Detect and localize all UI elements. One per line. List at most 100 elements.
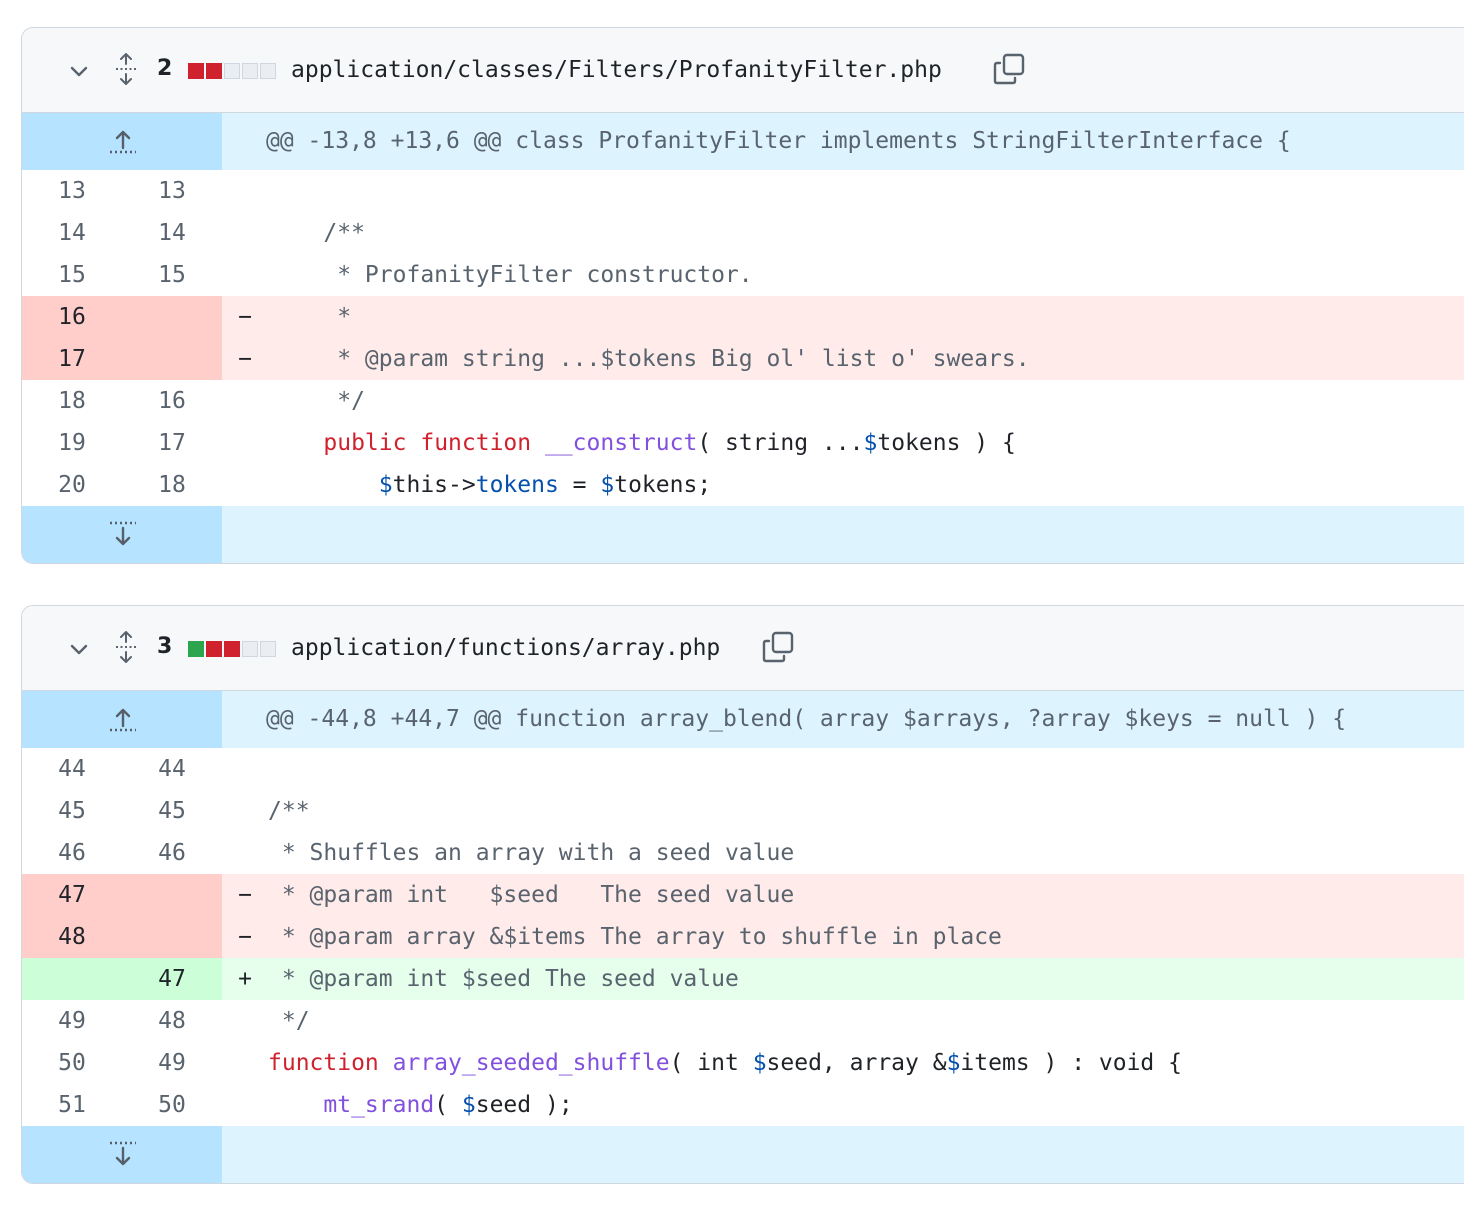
code-token: $ bbox=[461, 1092, 476, 1118]
expand-all-icon[interactable] bbox=[114, 630, 138, 664]
code-text: * Shuffles an array with a seed value bbox=[268, 832, 1464, 874]
new-line-number[interactable] bbox=[122, 916, 222, 958]
context-line: 50 49 function array_seeded_shuffle( int $… bbox=[22, 1042, 1464, 1084]
new-line-number[interactable] bbox=[122, 296, 222, 338]
context-line: 51 50 mt_srand( $seed ); bbox=[22, 1084, 1464, 1126]
diff-file: 3 application/functions/array.php @@ -44… bbox=[21, 605, 1464, 1184]
expand-all-icon[interactable] bbox=[114, 52, 138, 86]
diffstat-block bbox=[224, 641, 240, 657]
code-text: mt_srand( $seed ); bbox=[268, 1084, 1464, 1126]
old-line-number[interactable]: 17 bbox=[22, 338, 122, 380]
old-line-number[interactable]: 16 bbox=[22, 296, 122, 338]
context-line: 49 48 */ bbox=[22, 1000, 1464, 1042]
new-line-number[interactable]: 16 bbox=[122, 380, 222, 422]
diffstat-block bbox=[242, 63, 258, 79]
diffstat bbox=[188, 641, 276, 657]
old-line-number[interactable]: 48 bbox=[22, 916, 122, 958]
code-text: * @param string ...$tokens Big ol' list … bbox=[268, 338, 1464, 380]
old-line-number[interactable]: 18 bbox=[22, 380, 122, 422]
expand-up-icon bbox=[110, 130, 136, 154]
new-line-number[interactable]: 49 bbox=[122, 1042, 222, 1084]
old-line-number[interactable]: 19 bbox=[22, 422, 122, 464]
old-line-number[interactable]: 50 bbox=[22, 1042, 122, 1084]
expand-up-button[interactable] bbox=[22, 691, 222, 748]
new-line-number[interactable]: 46 bbox=[122, 832, 222, 874]
expand-up-button[interactable] bbox=[22, 113, 222, 170]
old-line-number[interactable]: 20 bbox=[22, 464, 122, 506]
code-text: * @param int $seed The seed value bbox=[268, 958, 1464, 1000]
diff-lines: 13131414 /**1515 * ProfanityFilter const… bbox=[22, 170, 1464, 506]
context-line: 20 18 $this->tokens = $tokens; bbox=[22, 464, 1464, 506]
context-line: 4646 * Shuffles an array with a seed val… bbox=[22, 832, 1464, 874]
code-text: function array_seeded_shuffle( int $seed… bbox=[268, 1042, 1464, 1084]
old-line-number[interactable]: 47 bbox=[22, 874, 122, 916]
new-line-number[interactable]: 48 bbox=[122, 1000, 222, 1042]
code-token: seed ); bbox=[475, 1092, 573, 1118]
code-text: * ProfanityFilter constructor. bbox=[268, 254, 1464, 296]
file-header: 3 application/functions/array.php bbox=[22, 606, 1464, 691]
deleted-line: 47 − * @param int $seed The seed value bbox=[22, 874, 1464, 916]
code-text: */ bbox=[268, 380, 1464, 422]
new-line-number[interactable]: 18 bbox=[122, 464, 222, 506]
diff-sign bbox=[222, 790, 268, 832]
new-line-number[interactable] bbox=[122, 874, 222, 916]
new-line-number[interactable]: 17 bbox=[122, 422, 222, 464]
hunk-header: @@ -13,8 +13,6 @@ class ProfanityFilter … bbox=[22, 113, 1464, 170]
chevron-down-icon[interactable] bbox=[68, 60, 90, 82]
diff-sign bbox=[222, 380, 268, 422]
code-token: tokens; bbox=[614, 472, 712, 498]
new-line-number[interactable]: 14 bbox=[122, 212, 222, 254]
old-line-number[interactable]: 51 bbox=[22, 1084, 122, 1126]
code-text: * @param array &$items The array to shuf… bbox=[268, 916, 1464, 958]
diff-sign: − bbox=[238, 346, 252, 372]
new-line-number[interactable]: 50 bbox=[122, 1084, 222, 1126]
context-line: 4444 bbox=[22, 748, 1464, 790]
code-token: * @param string ...$tokens Big ol' list … bbox=[268, 346, 1030, 372]
chevron-down-icon[interactable] bbox=[68, 638, 90, 660]
copy-icon[interactable] bbox=[992, 52, 1026, 86]
change-count: 2 bbox=[157, 56, 173, 81]
old-line-number[interactable]: 49 bbox=[22, 1000, 122, 1042]
added-line: 47 + * @param int $seed The seed value bbox=[22, 958, 1464, 1000]
code-token: seed, array & bbox=[766, 1050, 947, 1076]
diffstat bbox=[188, 63, 276, 79]
new-line-number[interactable]: 15 bbox=[122, 254, 222, 296]
code-token: items ) : void { bbox=[960, 1050, 1182, 1076]
diff-sign bbox=[222, 1084, 268, 1126]
context-line: 1313 bbox=[22, 170, 1464, 212]
code-token: this-> bbox=[392, 472, 476, 498]
new-line-number[interactable]: 45 bbox=[122, 790, 222, 832]
diff-sign bbox=[222, 422, 268, 464]
code-text: public function __construct( string ...$… bbox=[268, 422, 1464, 464]
copy-icon[interactable] bbox=[761, 630, 795, 664]
diff-sign: − bbox=[238, 882, 252, 908]
hunk-header: @@ -44,8 +44,7 @@ function array_blend( … bbox=[22, 691, 1464, 748]
code-text: /** bbox=[268, 790, 1464, 832]
context-line: 19 17 public function __construct( string… bbox=[22, 422, 1464, 464]
code-token: * Shuffles an array with a seed value bbox=[268, 840, 795, 866]
diff-sign bbox=[222, 1000, 268, 1042]
new-line-number[interactable]: 13 bbox=[122, 170, 222, 212]
file-path[interactable]: application/functions/array.php bbox=[291, 633, 720, 663]
code-token: $ bbox=[946, 1050, 961, 1076]
new-line-number[interactable] bbox=[122, 338, 222, 380]
code-token: function bbox=[420, 430, 532, 456]
code-token: $ bbox=[752, 1050, 767, 1076]
diffstat-block bbox=[260, 63, 276, 79]
code-token: function bbox=[268, 1050, 379, 1076]
new-line-number[interactable]: 44 bbox=[122, 748, 222, 790]
hunk-footer bbox=[22, 506, 1464, 563]
file-path[interactable]: application/classes/Filters/ProfanityFil… bbox=[291, 55, 942, 85]
code-token: __construct bbox=[544, 430, 698, 456]
diff-lines: 44444545/**4646 * Shuffles an array with… bbox=[22, 748, 1464, 1126]
new-line-number[interactable]: 47 bbox=[122, 958, 222, 1000]
hunk-header-text: @@ -13,8 +13,6 @@ class ProfanityFilter … bbox=[266, 128, 1291, 154]
expand-down-button[interactable] bbox=[22, 506, 222, 563]
diffstat-block bbox=[224, 63, 240, 79]
expand-down-button[interactable] bbox=[22, 1126, 222, 1183]
context-line: 1515 * ProfanityFilter constructor. bbox=[22, 254, 1464, 296]
old-line-number[interactable] bbox=[22, 958, 122, 1000]
